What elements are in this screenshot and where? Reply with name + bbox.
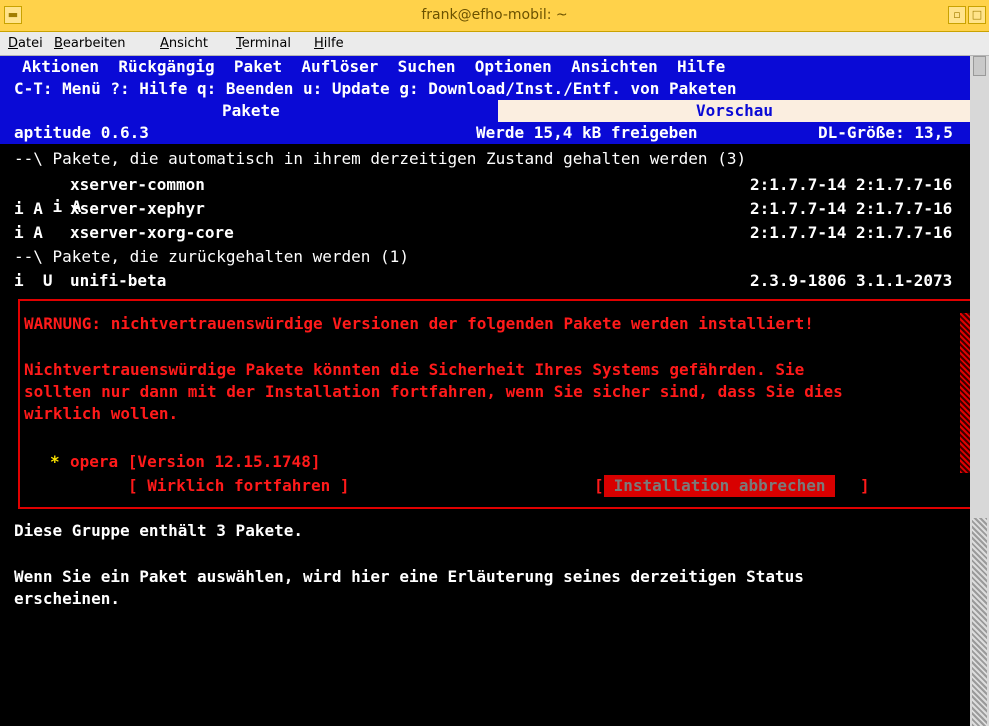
warning-title: WARNUNG: nichtvertrauenswürdige Versione…: [24, 314, 814, 333]
cancel-bracket-open: [: [594, 476, 604, 495]
tab-preview[interactable]: Vorschau: [696, 100, 773, 122]
package-versions: 2:1.7.7-14 2:1.7.7-16: [750, 199, 953, 218]
package-name: unifi-beta: [70, 271, 167, 290]
cancel-bracket-close: ]: [860, 476, 870, 495]
group-info-text: Diese Gruppe enthält 3 Pakete.: [14, 521, 303, 540]
freed-space: Werde 15,4 kB freigeben: [476, 123, 698, 142]
menu-datei[interactable]: Datei: [8, 36, 43, 51]
package-row[interactable]: i A: [14, 222, 43, 244]
download-size: DL-Größe: 13,5: [818, 123, 953, 142]
continue-button[interactable]: [ Wirklich fortfahren ]: [128, 475, 350, 497]
status-explanation: Wenn Sie ein Paket auswählen, wird hier …: [14, 567, 804, 586]
package-versions: 2:1.7.7-14 2:1.7.7-16: [750, 175, 953, 194]
window-title: frank@efho-mobil: ~: [421, 7, 568, 23]
group-kept-header[interactable]: --\ Pakete, die zurückgehalten werden (1…: [14, 246, 409, 268]
package-name: xserver-common: [70, 175, 205, 194]
menu-bearbeiten[interactable]: Bearbeiten: [54, 36, 125, 51]
terminal-scrollbar[interactable]: [970, 56, 989, 726]
window-titlebar[interactable]: ▬ frank@efho-mobil: ~ ▫ □: [0, 0, 989, 32]
minimize-button[interactable]: ▫: [948, 6, 966, 24]
aptitude-menu[interactable]: Aktionen Rückgängig Paket Auflöser Suche…: [22, 56, 725, 78]
menu-terminal[interactable]: Terminal: [236, 36, 291, 51]
untrusted-warning-dialog: WARNUNG: nichtvertrauenswürdige Versione…: [18, 299, 980, 509]
package-versions: 2:1.7.7-14 2:1.7.7-16: [750, 223, 953, 242]
menu-ansicht[interactable]: Ansicht: [160, 36, 208, 51]
dialog-scrollbar[interactable]: [960, 313, 970, 473]
warning-text-1: Nichtvertrauenswürdige Pakete könnten di…: [24, 360, 805, 379]
warning-text-2: sollten nur dann mit der Installation fo…: [24, 382, 843, 401]
group-held-header[interactable]: --\ Pakete, die automatisch in ihrem der…: [14, 148, 746, 170]
bullet-icon: *: [50, 452, 60, 471]
aptitude-version: aptitude 0.6.3: [14, 123, 149, 142]
package-row[interactable]: i U: [14, 270, 53, 292]
package-name: xserver-xorg-core: [70, 223, 234, 242]
menu-hilfe[interactable]: Hilfe: [314, 36, 344, 51]
package-name: xserver-xephyr: [70, 199, 205, 218]
terminal-menubar: Datei Bearbeiten Ansicht Terminal Hilfe: [0, 32, 989, 56]
cancel-install-button[interactable]: Installation abbrechen: [604, 475, 836, 497]
tab-packages[interactable]: Pakete: [222, 100, 280, 122]
status-explanation-cont: erscheinen.: [14, 589, 120, 608]
aptitude-help-line: C-T: Menü ?: Hilfe q: Beenden u: Update …: [14, 79, 737, 98]
warning-text-3: wirklich wollen.: [24, 404, 179, 423]
scroll-thumb[interactable]: [972, 518, 987, 726]
maximize-button[interactable]: □: [968, 6, 986, 24]
untrusted-package: opera [Version 12.15.1748]: [70, 452, 321, 471]
package-row[interactable]: i A: [14, 198, 43, 220]
package-versions: 2.3.9-1806 3.1.1-2073: [750, 271, 953, 290]
scroll-up-icon[interactable]: [973, 56, 986, 76]
